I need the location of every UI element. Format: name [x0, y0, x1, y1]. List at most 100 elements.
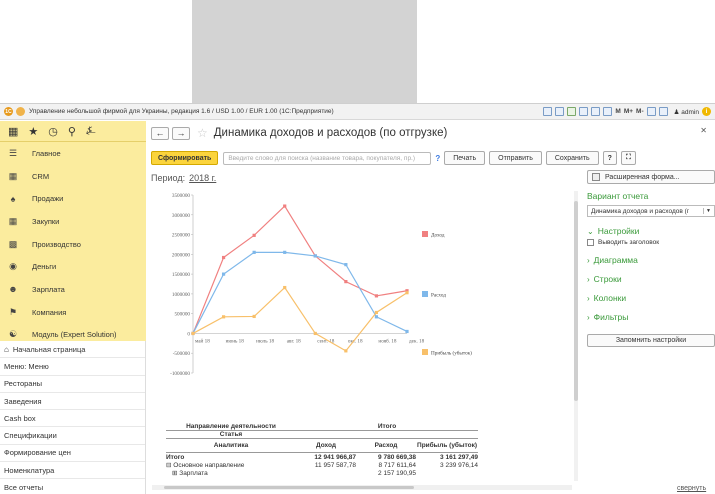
zoom-icon[interactable]	[646, 107, 656, 116]
generate-button[interactable]: Сформировать	[151, 151, 219, 165]
data-point	[405, 291, 409, 295]
nav-venues[interactable]: Заведения	[0, 393, 145, 411]
search-icon[interactable]: ⚲	[68, 125, 76, 138]
section-filters[interactable]: › Фильтры	[587, 312, 715, 322]
memory-plus-button[interactable]: M+	[624, 108, 633, 115]
advanced-form-label: Расширенная форма...	[605, 173, 680, 181]
data-point	[374, 294, 379, 298]
sidebar-item-salary[interactable]: ☻ Зарплата	[0, 278, 146, 301]
data-point	[374, 310, 379, 315]
main-menu-icon[interactable]	[16, 107, 25, 116]
print-icon[interactable]	[555, 107, 565, 116]
nav-home[interactable]: ⌂ Начальная страница	[0, 341, 145, 359]
nav-menu[interactable]: Меню: Меню	[0, 358, 145, 376]
variant-select[interactable]: Динамика доходов и расходов (г ▼	[587, 205, 715, 217]
sidebar-item-crm[interactable]: ▦ CRM	[0, 165, 146, 188]
section-label: Колонки	[593, 293, 627, 303]
table-row[interactable]: ⊟ Основное направление 11 957 587,78 8 7…	[166, 461, 478, 470]
section-settings[interactable]: ⌄ Настройки	[587, 226, 715, 236]
x-tick-label: нояб. 18	[378, 337, 396, 344]
nav-label: Начальная страница	[12, 344, 86, 354]
home-icon: ⌂	[4, 344, 9, 354]
sidebar-top-icons: ▦ ★ ◷ ⚲ ⍼	[0, 121, 146, 142]
collapse-link[interactable]: свернуть	[677, 485, 706, 492]
favorites-icon[interactable]: ★	[28, 125, 38, 138]
info-icon[interactable]: i	[702, 107, 711, 116]
scroll-thumb[interactable]	[164, 486, 414, 489]
section-columns[interactable]: › Колонки	[587, 293, 715, 303]
x-tick-label: авг. 18	[287, 338, 301, 344]
vertical-scrollbar[interactable]	[574, 191, 578, 481]
sidebar-item-production[interactable]: ▩ Производство	[0, 233, 146, 256]
history-icon[interactable]: ◷	[48, 125, 58, 138]
calendar-icon[interactable]	[603, 107, 613, 116]
section-chart[interactable]: › Диаграмма	[587, 255, 715, 265]
section-label: Строки	[593, 274, 622, 284]
sidebar-item-company[interactable]: ⚑ Компания	[0, 301, 146, 324]
data-point	[283, 285, 287, 290]
sidebar-item-label: Главное	[32, 148, 61, 158]
header-profit: Прибыль (убыток)	[417, 442, 477, 449]
variant-value: Динамика доходов и расходов (г	[591, 207, 690, 215]
favorite-star-icon[interactable]: ☆	[197, 126, 208, 140]
data-point	[344, 349, 348, 353]
scroll-thumb[interactable]	[574, 201, 578, 401]
remember-settings-button[interactable]: Запомнить настройки	[587, 334, 715, 347]
header-article: Статья	[219, 431, 243, 438]
forward-button[interactable]: →	[172, 126, 190, 140]
back-button[interactable]: ←	[151, 126, 169, 140]
sidebar-item-money[interactable]: ◉ Деньги	[0, 255, 146, 278]
save-icon[interactable]	[543, 107, 553, 116]
close-icon[interactable]: ✕	[700, 126, 707, 135]
period-link[interactable]: 2018 г.	[189, 173, 216, 183]
chevron-down-icon[interactable]: ▼	[703, 208, 711, 214]
bell-icon[interactable]: ⍼	[86, 125, 96, 138]
sidebar-item-sales[interactable]: ♠ Продажи	[0, 187, 146, 210]
grid-icon[interactable]: ▦	[8, 125, 18, 138]
sidebar-item-purchases[interactable]: ▦ Закупки	[0, 210, 146, 233]
cell: 8 717 611,64	[378, 461, 416, 469]
attach-icon[interactable]	[579, 107, 589, 116]
app-logo-icon[interactable]: 1C	[4, 107, 13, 116]
memory-minus-button[interactable]: M-	[636, 108, 644, 115]
sidebar-item-main[interactable]: ☰ Главное	[0, 142, 146, 165]
data-point	[405, 329, 409, 334]
fullscreen-icon[interactable]: ⛶	[620, 151, 636, 165]
y-tick-label: 2500000	[172, 233, 191, 239]
purchases-icon: ▦	[8, 215, 18, 226]
nav-specifications[interactable]: Спецификации	[0, 427, 145, 445]
save-button[interactable]: Сохранить	[545, 151, 599, 165]
nav-restaurants[interactable]: Рестораны	[0, 376, 145, 393]
panel-icon[interactable]	[658, 107, 668, 116]
advanced-form-button[interactable]: Расширенная форма...	[587, 170, 715, 184]
table-row[interactable]: Итого 12 941 966,87 9 780 669,38 3 161 2…	[166, 453, 478, 461]
help-button[interactable]: ?	[602, 151, 617, 165]
show-title-checkbox[interactable]: Выводить заголовок	[587, 239, 715, 246]
users-icon[interactable]	[567, 107, 577, 116]
data-point	[313, 331, 317, 336]
y-tick-label: 1500000	[172, 272, 191, 278]
checkbox[interactable]	[587, 239, 594, 246]
legend-swatch	[422, 349, 428, 355]
search-input[interactable]: Введите слово для поиска (название товар…	[223, 151, 432, 165]
form-header: ← → ☆ Динамика доходов и расходов (по от…	[147, 121, 715, 145]
section-rows[interactable]: › Строки	[587, 274, 715, 284]
nav-pricing[interactable]: Формирование цен	[0, 445, 145, 463]
settings-panel: Расширенная форма... Вариант отчета Дина…	[587, 170, 715, 347]
horizontal-scrollbar[interactable]	[152, 485, 572, 490]
series-line	[192, 251, 408, 334]
table-row[interactable]: ⊞ Зарплата 2 157 190,95	[166, 469, 478, 478]
send-button[interactable]: Отправить	[489, 151, 542, 165]
user-name[interactable]: ♟ admin	[674, 108, 699, 116]
header-expense: Расход	[374, 442, 398, 449]
memory-button[interactable]: M	[615, 108, 620, 115]
cell: 12 941 966,87	[314, 453, 356, 461]
chevron-down-icon: ⌄	[587, 226, 594, 236]
nav-all-reports[interactable]: Все отчеты	[0, 479, 145, 494]
table-icon[interactable]	[591, 107, 601, 116]
print-button[interactable]: Печать	[444, 151, 486, 165]
nav-cash-box[interactable]: Cash box	[0, 410, 145, 428]
search-help-icon[interactable]: ?	[435, 154, 440, 163]
y-tick-label: -1000000	[170, 371, 190, 377]
nav-nomenclature[interactable]: Номенклатура	[0, 462, 145, 480]
